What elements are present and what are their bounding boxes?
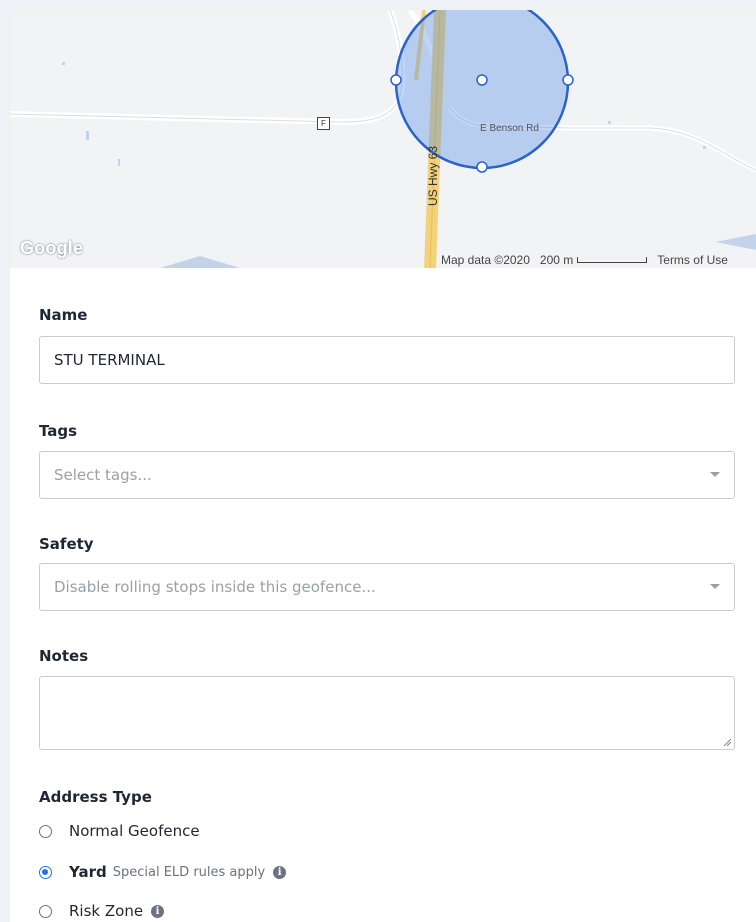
map-data-credit: Map data ©2020 — [441, 253, 530, 267]
tags-select[interactable]: Select tags... — [39, 451, 735, 499]
geofence-edit-panel: F E Benson Rd US Hwy 63 Google Map data … — [10, 10, 756, 922]
route-shield: F — [317, 117, 330, 130]
safety-placeholder: Disable rolling stops inside this geofen… — [54, 578, 376, 596]
tags-label: Tags — [39, 422, 78, 440]
geofence-south-handle[interactable] — [476, 161, 488, 173]
radio-yard[interactable]: Yard Special ELD rules apply i — [39, 863, 287, 881]
info-icon[interactable]: i — [151, 904, 165, 918]
radio-hint: Special ELD rules apply — [112, 864, 266, 880]
water-spot — [118, 159, 120, 166]
map-attribution: Map data ©2020 200 m Terms of Use — [441, 252, 738, 268]
info-icon[interactable]: i — [273, 865, 287, 879]
notes-textarea[interactable] — [39, 676, 735, 750]
local-road — [10, 10, 406, 126]
radio-risk-zone[interactable]: Risk Zone i — [39, 902, 165, 920]
chevron-down-icon — [710, 472, 720, 477]
name-label: Name — [39, 306, 88, 324]
local-road-edge — [10, 10, 403, 123]
map-canvas[interactable] — [10, 10, 756, 268]
geofence-map[interactable]: F E Benson Rd US Hwy 63 Google Map data … — [10, 10, 756, 268]
chevron-down-icon — [710, 584, 720, 589]
radio-normal-geofence[interactable]: Normal Geofence — [39, 822, 200, 840]
radio-label: Normal Geofence — [69, 822, 200, 840]
water-spot — [62, 62, 65, 65]
scale-label: 200 m — [539, 253, 574, 267]
water-area — [715, 234, 756, 250]
road-label: E Benson Rd — [480, 123, 539, 134]
water-spot — [608, 121, 611, 124]
safety-select[interactable]: Disable rolling stops inside this geofen… — [39, 563, 735, 611]
resize-grip-icon[interactable] — [723, 738, 731, 746]
tags-placeholder: Select tags... — [54, 466, 152, 484]
radio-button[interactable] — [39, 824, 52, 838]
terms-link[interactable]: Terms of Use — [657, 253, 728, 267]
name-input[interactable]: STU TERMINAL — [39, 336, 735, 384]
geofence-center-handle[interactable] — [476, 74, 488, 86]
scale-bar — [577, 257, 648, 263]
google-logo: Google — [20, 238, 84, 258]
geofence-west-handle[interactable] — [390, 74, 402, 86]
address-type-label: Address Type — [39, 788, 152, 806]
highway-label: US Hwy 63 — [426, 145, 440, 206]
geofence-circle[interactable] — [394, 10, 570, 170]
radio-label: Risk Zone — [69, 902, 144, 920]
water-spot — [86, 131, 89, 140]
name-input-value: STU TERMINAL — [54, 351, 165, 369]
water-area — [160, 256, 240, 268]
notes-label: Notes — [39, 647, 89, 665]
geofence-east-handle[interactable] — [562, 74, 574, 86]
radio-button[interactable] — [39, 904, 52, 918]
water-spot — [703, 146, 706, 149]
safety-label: Safety — [39, 535, 94, 553]
radio-label: Yard — [69, 863, 107, 881]
radio-button-selected[interactable] — [39, 865, 52, 879]
